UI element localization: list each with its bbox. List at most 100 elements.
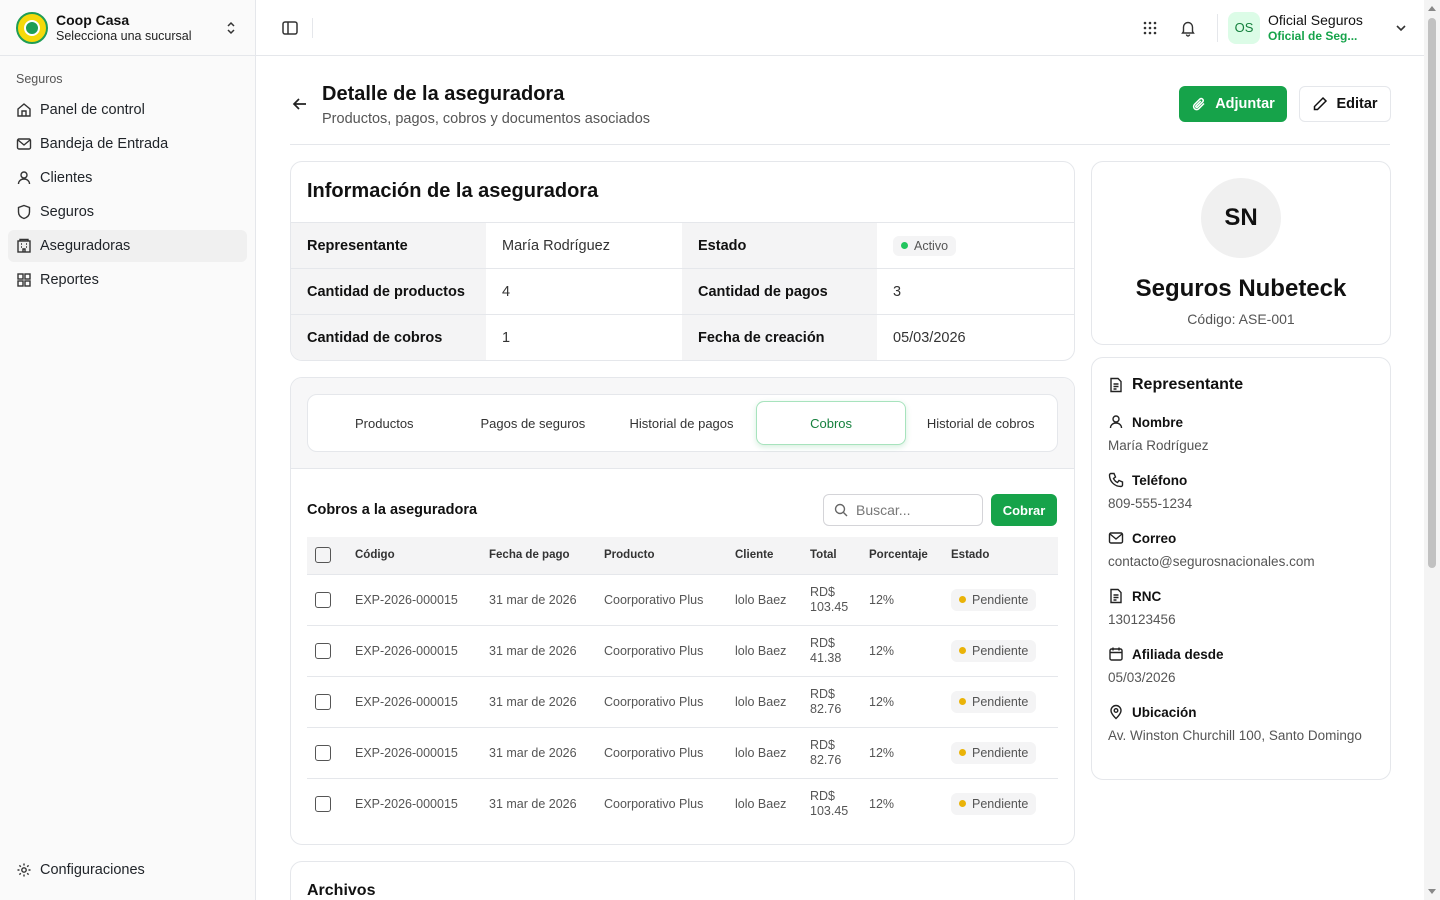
cell-codigo: EXP-2026-000015 xyxy=(347,625,481,677)
search-icon xyxy=(834,503,848,517)
column-header[interactable]: Fecha de pago xyxy=(481,537,596,575)
field-telefono: Teléfono 809-555-1234 xyxy=(1108,472,1374,514)
fecha-value: 05/03/2026 xyxy=(893,329,966,346)
sidebar-item-label: Bandeja de Entrada xyxy=(40,136,169,152)
org-switcher[interactable]: Coop Casa Selecciona una sucursal xyxy=(0,0,255,56)
cell-porcentaje: 12% xyxy=(861,727,943,779)
insurer-profile-card: SN Seguros Nubeteck Código: ASE-001 xyxy=(1091,161,1391,345)
tab-cobros[interactable]: Cobros xyxy=(755,401,907,445)
cell-cliente: lolo Baez xyxy=(727,727,802,779)
page-subtitle: Productos, pagos, cobros y documentos as… xyxy=(322,111,651,127)
tab-list: Productos Pagos de seguros Historial de … xyxy=(307,394,1058,452)
apps-grid-icon[interactable] xyxy=(1141,19,1159,37)
tab-productos[interactable]: Productos xyxy=(310,401,459,445)
calendar-icon xyxy=(1109,647,1123,661)
row-checkbox[interactable] xyxy=(315,795,331,812)
edit-button[interactable]: Editar xyxy=(1299,86,1391,122)
row-checkbox[interactable] xyxy=(315,744,331,761)
row-checkbox[interactable] xyxy=(315,591,331,608)
insurer-name: Seguros Nubeteck xyxy=(1135,275,1347,302)
cell-cliente: lolo Baez xyxy=(727,625,802,677)
user-menu[interactable]: OS Oficial Seguros Oficial de Seg... xyxy=(1228,11,1408,44)
status-badge: Pendiente xyxy=(951,588,1037,611)
sidebar-toggle-icon[interactable] xyxy=(280,18,300,38)
column-header[interactable]: Estado xyxy=(943,537,1058,575)
status-dot xyxy=(901,242,908,249)
column-header[interactable]: Cliente xyxy=(727,537,802,575)
pagos-label: Cantidad de pagos xyxy=(682,269,877,315)
cell-porcentaje: 12% xyxy=(861,676,943,728)
column-header[interactable]: Porcentaje xyxy=(861,537,943,575)
row-checkbox[interactable] xyxy=(315,693,331,710)
chevrons-up-down-icon xyxy=(227,21,235,34)
sidebar-item-label: Reportes xyxy=(40,272,99,288)
table-row[interactable]: EXP-2026-000015 31 mar de 2026 Coorporat… xyxy=(307,574,1058,626)
tab-historial-cobros[interactable]: Historial de cobros xyxy=(906,401,1055,445)
cell-codigo: EXP-2026-000015 xyxy=(347,727,481,779)
org-subtitle: Selecciona una sucursal xyxy=(56,29,192,43)
cell-producto: Coorporativo Plus xyxy=(596,574,727,626)
estado-value: Activo xyxy=(877,223,1074,269)
field-afiliada: Afiliada desde 05/03/2026 xyxy=(1108,646,1374,688)
cell-porcentaje: 12% xyxy=(861,625,943,677)
sidebar-item-reports[interactable]: Reportes xyxy=(8,264,247,296)
scroll-down-arrow[interactable] xyxy=(1428,889,1436,894)
cell-codigo: EXP-2026-000015 xyxy=(347,574,481,626)
tab-pagos-seguros[interactable]: Pagos de seguros xyxy=(459,401,608,445)
column-header[interactable]: Código xyxy=(347,537,481,575)
sidebar-item-label: Configuraciones xyxy=(40,862,145,878)
sidebar-item-settings[interactable]: Configuraciones xyxy=(8,854,247,886)
attach-button[interactable]: Adjuntar xyxy=(1179,86,1287,122)
table-row[interactable]: EXP-2026-000015 31 mar de 2026 Coorporat… xyxy=(307,676,1058,728)
cell-porcentaje: 12% xyxy=(869,796,895,811)
cell-estado: Pendiente xyxy=(943,676,1058,728)
sidebar-item-clients[interactable]: Clientes xyxy=(8,162,247,194)
divider xyxy=(1217,13,1218,42)
field-value: Av. Winston Churchill 100, Santo Domingo xyxy=(1108,728,1362,743)
scroll-thumb[interactable] xyxy=(1428,18,1436,568)
topbar: OS Oficial Seguros Oficial de Seg... xyxy=(256,0,1424,56)
sidebar-item-insurers[interactable]: Aseguradoras xyxy=(8,230,247,262)
search-input[interactable] xyxy=(856,502,966,518)
cell-porcentaje: 12% xyxy=(861,574,943,626)
sidebar-item-insurance[interactable]: Seguros xyxy=(8,196,247,228)
table-row[interactable]: EXP-2026-000015 31 mar de 2026 Coorporat… xyxy=(307,625,1058,677)
building-icon xyxy=(17,238,31,253)
tab-historial-pagos[interactable]: Historial de pagos xyxy=(607,401,756,445)
page-header: Detalle de la aseguradora Productos, pag… xyxy=(290,80,1391,145)
page-scrollbar[interactable] xyxy=(1424,0,1440,900)
row-checkbox[interactable] xyxy=(315,642,331,659)
cell-total: RD$ 82.76 xyxy=(802,676,861,728)
select-all-checkbox[interactable] xyxy=(315,547,331,564)
cell-codigo: EXP-2026-000015 xyxy=(347,676,481,728)
cell-total: RD$ 82.76 xyxy=(802,727,861,779)
mail-icon xyxy=(16,138,32,150)
column-header[interactable]: Producto xyxy=(596,537,727,575)
table-row[interactable]: EXP-2026-000015 31 mar de 2026 Coorporat… xyxy=(307,778,1058,829)
cell-estado: Pendiente xyxy=(943,574,1058,626)
cell-fecha: 31 mar de 2026 xyxy=(481,727,596,779)
cell-estado: Pendiente xyxy=(943,727,1058,779)
status-dot xyxy=(959,749,966,756)
representante-value: María Rodríguez xyxy=(486,223,682,269)
cell-fecha: 31 mar de 2026 xyxy=(481,574,596,626)
user-icon xyxy=(1109,415,1123,429)
insurer-code: Código: ASE-001 xyxy=(1187,311,1295,327)
info-grid: Representante María Rodríguez Estado Act… xyxy=(291,223,1074,360)
column-header[interactable]: Total xyxy=(802,537,861,575)
arrow-left-icon[interactable] xyxy=(290,94,310,114)
estado-label: Estado xyxy=(682,223,877,269)
sidebar-item-inbox[interactable]: Bandeja de Entrada xyxy=(8,128,247,160)
main-content: Detalle de la aseguradora Productos, pag… xyxy=(256,56,1424,900)
sidebar: Coop Casa Selecciona una sucursal Seguro… xyxy=(0,0,256,900)
sidebar-item-panel[interactable]: Panel de control xyxy=(8,94,247,126)
table-row[interactable]: EXP-2026-000015 31 mar de 2026 Coorporat… xyxy=(307,727,1058,779)
user-role: Oficial de Seg... xyxy=(1268,29,1358,43)
org-name: Coop Casa xyxy=(56,12,130,28)
scroll-up-arrow[interactable] xyxy=(1428,6,1436,11)
grid-icon xyxy=(17,273,31,287)
cobrar-button[interactable]: Cobrar xyxy=(991,494,1057,526)
bell-icon[interactable] xyxy=(1179,19,1197,37)
cell-total: RD$ 103.45 xyxy=(810,788,849,818)
pencil-icon xyxy=(1314,96,1328,111)
